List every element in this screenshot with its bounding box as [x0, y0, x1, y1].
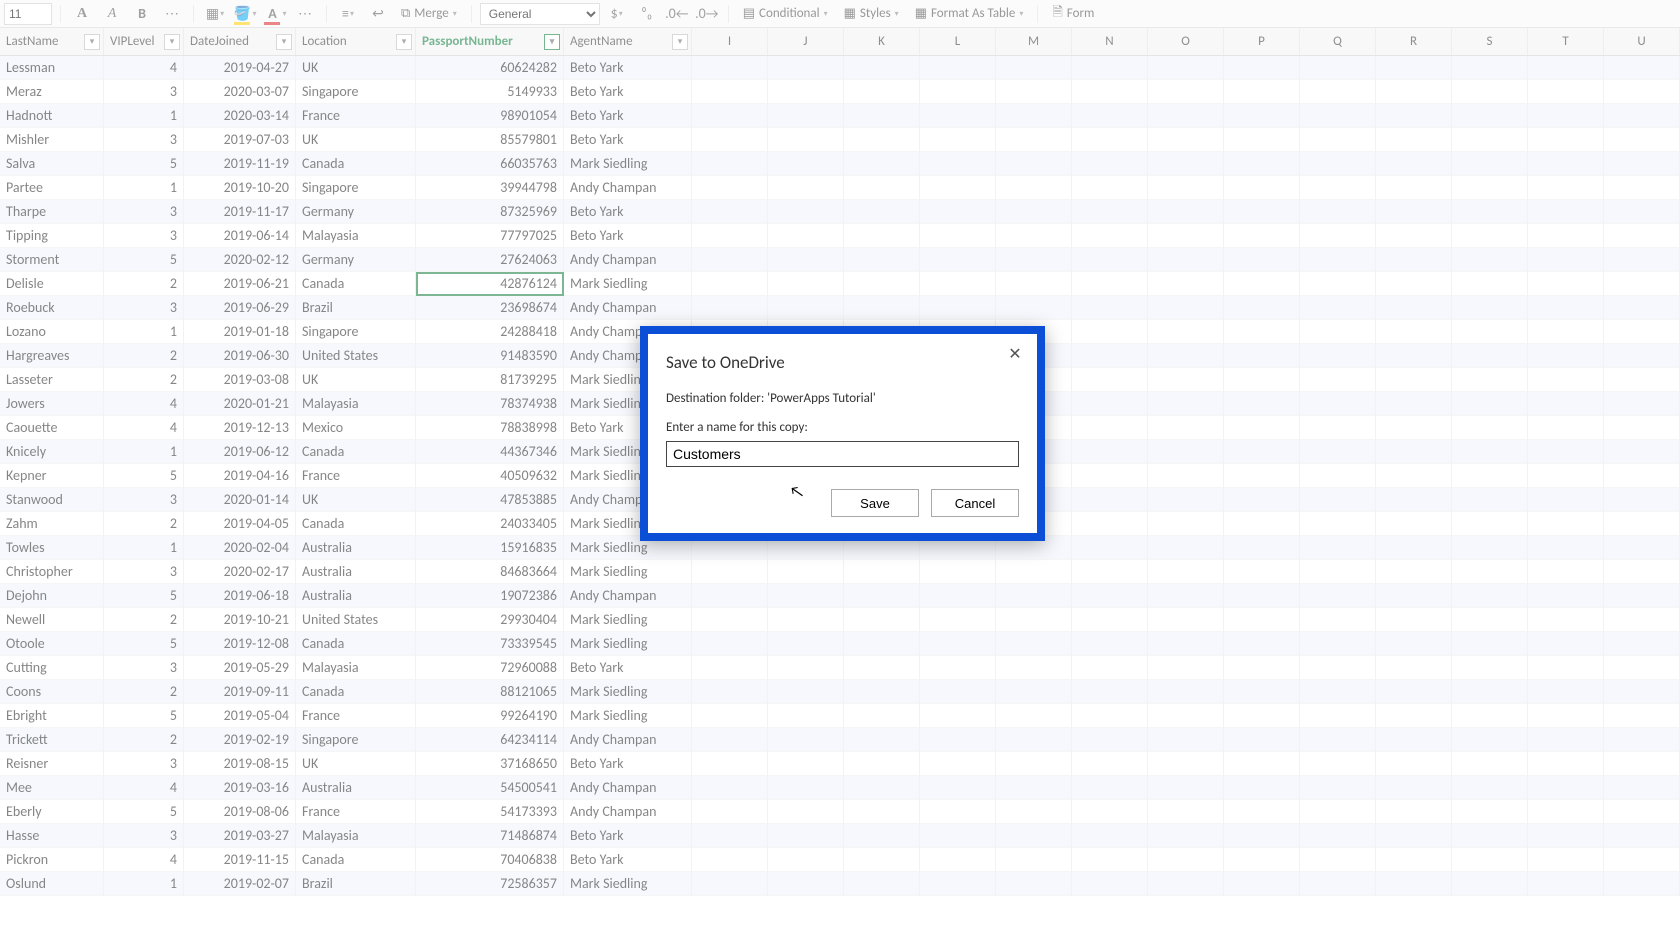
destination-folder-text: Destination folder: 'PowerApps Tutorial' [666, 391, 1019, 406]
cancel-button[interactable]: Cancel [931, 489, 1019, 517]
modal-overlay: ✕ Save to OneDrive Destination folder: '… [0, 0, 1680, 940]
close-icon[interactable]: ✕ [1003, 342, 1027, 366]
dialog-title: Save to OneDrive [666, 352, 1019, 373]
filename-prompt: Enter a name for this copy: [666, 420, 1019, 435]
save-button[interactable]: Save [831, 489, 919, 517]
filename-input[interactable] [666, 441, 1019, 467]
save-dialog: ✕ Save to OneDrive Destination folder: '… [640, 326, 1045, 541]
